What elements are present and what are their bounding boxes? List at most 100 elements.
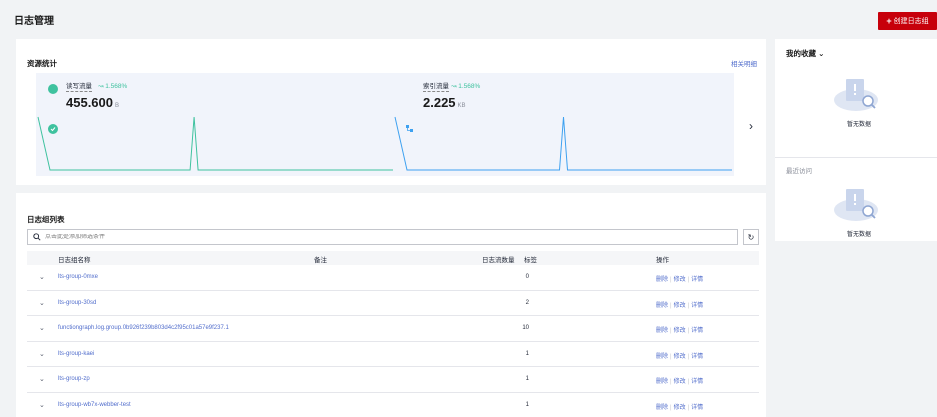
chevron-right-icon[interactable]: › bbox=[743, 119, 759, 133]
read-write-traffic-sparkline bbox=[37, 116, 401, 171]
index-traffic-sparkline bbox=[394, 116, 732, 171]
stream-count: 0 bbox=[525, 274, 529, 280]
col-remark: 备注 bbox=[314, 257, 327, 264]
log-group-name-link[interactable]: lts-group-0mxe bbox=[58, 274, 98, 280]
detail-link[interactable]: 详情 bbox=[691, 303, 703, 309]
detail-link[interactable]: 详情 bbox=[691, 328, 703, 334]
favorites-dropdown[interactable]: 我的收藏 ⌄ bbox=[786, 48, 824, 59]
metric-label: 读写流量 bbox=[66, 83, 92, 92]
detail-link[interactable]: 相关明细 bbox=[731, 58, 757, 68]
recent-title: 最近访问 bbox=[786, 168, 812, 175]
trend-value: 1.568% bbox=[105, 83, 128, 90]
divider: | bbox=[670, 328, 672, 334]
edit-link[interactable]: 修改 bbox=[674, 277, 686, 283]
divider: | bbox=[670, 379, 672, 385]
sparkline-path bbox=[37, 116, 401, 171]
metric-value: 455.600 B bbox=[66, 95, 119, 110]
metric-number: 455.600 bbox=[66, 95, 113, 110]
search-icon bbox=[33, 233, 41, 241]
stream-count: 1 bbox=[525, 376, 529, 382]
table-row: ⌄ lts-group-wb7x-webber-test 1 删除 | 修改 | 详情 bbox=[27, 393, 759, 417]
edit-link[interactable]: 修改 bbox=[674, 303, 686, 309]
log-group-name-link[interactable]: functiongraph.log.group.0b926f239b803d4c… bbox=[58, 325, 229, 331]
divider: | bbox=[687, 404, 690, 411]
col-name: 日志组名称 bbox=[58, 257, 91, 264]
metric-label: 索引流量 bbox=[423, 83, 449, 92]
detail-link[interactable]: 详情 bbox=[691, 405, 703, 411]
expand-chevron-icon[interactable]: ⌄ bbox=[39, 324, 45, 332]
delete-link[interactable]: 删除 bbox=[656, 277, 668, 283]
edit-link[interactable]: 修改 bbox=[674, 379, 686, 385]
table-row: ⌄ lts-group-zp 1 删除 | 修改 | 详情 bbox=[27, 367, 759, 393]
stream-count: 1 bbox=[525, 350, 529, 357]
delete-link[interactable]: 删除 bbox=[656, 328, 668, 334]
divider: | bbox=[687, 328, 690, 334]
edit-link[interactable]: 修改 bbox=[674, 405, 686, 411]
expand-chevron-icon[interactable]: ⌄ bbox=[39, 375, 45, 383]
refresh-icon: ↻ bbox=[747, 232, 755, 242]
index-traffic-panel: 索引流量 ↝ 1.568% 2.225 KB bbox=[393, 73, 734, 176]
table-header: 日志组名称 备注 日志流数量 标签 操作 bbox=[27, 251, 759, 265]
edit-link[interactable]: 修改 bbox=[674, 328, 686, 334]
row-actions: 删除 | 修改 | 详情 bbox=[656, 300, 703, 309]
favorites-title: 我的收藏 bbox=[786, 49, 816, 58]
col-ops: 操作 bbox=[656, 257, 669, 264]
index-icon bbox=[405, 84, 415, 132]
refresh-button[interactable]: ↻ bbox=[743, 229, 759, 245]
empty-illustration-icon bbox=[834, 79, 878, 111]
create-log-group-button[interactable]: + 创建日志组 bbox=[878, 12, 937, 30]
favorites-card: 我的收藏 ⌄ 暂无数据 最近访问 暂无数据 bbox=[775, 39, 937, 241]
metric-unit: KB bbox=[457, 103, 466, 109]
search-box[interactable] bbox=[27, 229, 738, 245]
table-row: ⌄ lts-group-30sd 2 删除 | 修改 | 详情 bbox=[27, 291, 759, 316]
col-stream-count: 日志流数量 bbox=[482, 257, 515, 264]
divider bbox=[775, 157, 937, 158]
row-actions: 删除 | 修改 | 详情 bbox=[656, 325, 703, 334]
table-row: ⌄ lts-group-0mxe 0 删除 | 修改 | 详情 bbox=[27, 265, 759, 291]
expand-chevron-icon[interactable]: ⌄ bbox=[39, 273, 45, 281]
chevron-down-icon: ⌄ bbox=[818, 49, 825, 58]
edit-link[interactable]: 修改 bbox=[674, 354, 686, 360]
divider: | bbox=[687, 277, 690, 283]
detail-link[interactable]: 详情 bbox=[691, 379, 703, 385]
resource-stats-card: 资源统计 相关明细 读写流量 ↝ 1.568% 455.600 B 索引流量 ↝ … bbox=[16, 39, 766, 185]
log-group-list-card: 日志组列表 ↻ 日志组名称 备注 日志流数量 标签 操作 ⌄ lts-group-… bbox=[16, 193, 766, 417]
trend-icon: ↝ bbox=[451, 83, 457, 90]
expand-chevron-icon[interactable]: ⌄ bbox=[39, 401, 45, 409]
row-actions: 删除 | 修改 | 详情 bbox=[656, 351, 703, 360]
search-input[interactable] bbox=[45, 234, 645, 240]
divider: | bbox=[670, 277, 672, 283]
log-group-name-link[interactable]: lts-group-zp bbox=[58, 376, 90, 382]
row-actions: 删除 | 修改 | 详情 bbox=[656, 376, 703, 385]
divider: | bbox=[687, 302, 690, 309]
list-title: 日志组列表 bbox=[27, 215, 65, 224]
trend-value: 1.568% bbox=[458, 83, 481, 90]
delete-link[interactable]: 删除 bbox=[656, 303, 668, 309]
delete-link[interactable]: 删除 bbox=[656, 379, 668, 385]
table-row: ⌄ lts-group-kaei 1 删除 | 修改 | 详情 bbox=[27, 342, 759, 367]
stream-count: 10 bbox=[522, 325, 529, 331]
traffic-icon bbox=[48, 84, 58, 134]
stats-title: 资源统计 bbox=[27, 59, 57, 68]
table-row: ⌄ functiongraph.log.group.0b926f239b803d4… bbox=[27, 316, 759, 342]
detail-link[interactable]: 详情 bbox=[691, 277, 703, 283]
trend-up: ↝ 1.568% bbox=[451, 83, 480, 91]
sparkline-path bbox=[394, 116, 732, 171]
row-actions: 删除 | 修改 | 详情 bbox=[656, 274, 703, 283]
log-group-name-link[interactable]: lts-group-wb7x-webber-test bbox=[58, 402, 131, 408]
trend-up: ↝ 1.568% bbox=[98, 83, 127, 91]
metric-value: 2.225 KB bbox=[423, 95, 466, 110]
expand-chevron-icon[interactable]: ⌄ bbox=[39, 299, 45, 307]
divider: | bbox=[687, 353, 690, 360]
delete-link[interactable]: 删除 bbox=[656, 354, 668, 360]
expand-chevron-icon[interactable]: ⌄ bbox=[39, 350, 45, 358]
log-group-name-link[interactable]: lts-group-30sd bbox=[58, 300, 96, 306]
trend-icon: ↝ bbox=[98, 83, 104, 90]
log-group-name-link[interactable]: lts-group-kaei bbox=[58, 351, 94, 357]
detail-link[interactable]: 详情 bbox=[691, 354, 703, 360]
delete-link[interactable]: 删除 bbox=[656, 405, 668, 411]
recent-empty: 暂无数据 bbox=[847, 232, 872, 238]
empty-illustration-icon bbox=[834, 189, 878, 221]
create-button-label: 创建日志组 bbox=[893, 18, 929, 25]
col-tags: 标签 bbox=[524, 257, 537, 264]
